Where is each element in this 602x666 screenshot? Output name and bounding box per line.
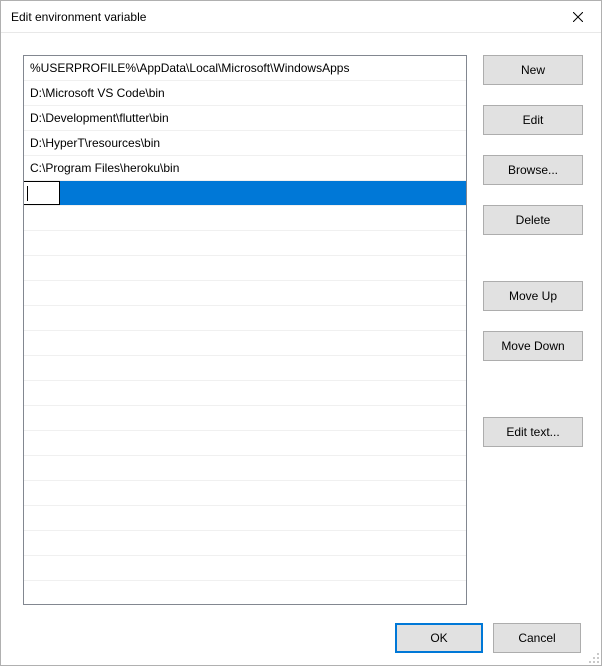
browse-button[interactable]: Browse... bbox=[483, 155, 583, 185]
list-item-empty[interactable] bbox=[24, 456, 466, 481]
list-item[interactable]: D:\Microsoft VS Code\bin bbox=[24, 81, 466, 106]
list-item-editing[interactable] bbox=[24, 181, 466, 206]
list-item[interactable]: D:\Development\flutter\bin bbox=[24, 106, 466, 131]
list-item-empty[interactable] bbox=[24, 506, 466, 531]
dialog-window: Edit environment variable %USERPROFILE%\… bbox=[0, 0, 602, 666]
ok-button[interactable]: OK bbox=[395, 623, 483, 653]
main-row: %USERPROFILE%\AppData\Local\Microsoft\Wi… bbox=[23, 55, 583, 605]
list-item-empty[interactable] bbox=[24, 481, 466, 506]
client-area: %USERPROFILE%\AppData\Local\Microsoft\Wi… bbox=[1, 33, 601, 665]
edit-text-button[interactable]: Edit text... bbox=[483, 417, 583, 447]
list-item[interactable]: C:\Program Files\heroku\bin bbox=[24, 156, 466, 181]
delete-button[interactable]: Delete bbox=[483, 205, 583, 235]
list-item-empty[interactable] bbox=[24, 306, 466, 331]
list-item-empty[interactable] bbox=[24, 556, 466, 581]
move-down-button[interactable]: Move Down bbox=[483, 331, 583, 361]
list-item-empty[interactable] bbox=[24, 356, 466, 381]
list-item-empty[interactable] bbox=[24, 206, 466, 231]
titlebar: Edit environment variable bbox=[1, 1, 601, 33]
window-title: Edit environment variable bbox=[11, 10, 555, 24]
list-item-empty[interactable] bbox=[24, 331, 466, 356]
list-item-empty[interactable] bbox=[24, 531, 466, 556]
list-item[interactable]: %USERPROFILE%\AppData\Local\Microsoft\Wi… bbox=[24, 56, 466, 81]
dialog-footer: OK Cancel bbox=[23, 619, 583, 653]
list-item-empty[interactable] bbox=[24, 256, 466, 281]
close-icon bbox=[573, 12, 583, 22]
list-item[interactable]: D:\HyperT\resources\bin bbox=[24, 131, 466, 156]
close-button[interactable] bbox=[555, 1, 601, 33]
list-item-empty[interactable] bbox=[24, 431, 466, 456]
cancel-button[interactable]: Cancel bbox=[493, 623, 581, 653]
new-button[interactable]: New bbox=[483, 55, 583, 85]
list-item-empty[interactable] bbox=[24, 406, 466, 431]
list-item-empty[interactable] bbox=[24, 381, 466, 406]
side-button-column: New Edit Browse... Delete Move Up Move D… bbox=[483, 55, 583, 605]
list-item-empty[interactable] bbox=[24, 281, 466, 306]
edit-button[interactable]: Edit bbox=[483, 105, 583, 135]
path-listbox[interactable]: %USERPROFILE%\AppData\Local\Microsoft\Wi… bbox=[23, 55, 467, 605]
move-up-button[interactable]: Move Up bbox=[483, 281, 583, 311]
inline-edit-input[interactable] bbox=[24, 181, 60, 205]
text-caret bbox=[27, 186, 28, 201]
resize-grip[interactable] bbox=[585, 649, 599, 663]
list-item-empty[interactable] bbox=[24, 231, 466, 256]
